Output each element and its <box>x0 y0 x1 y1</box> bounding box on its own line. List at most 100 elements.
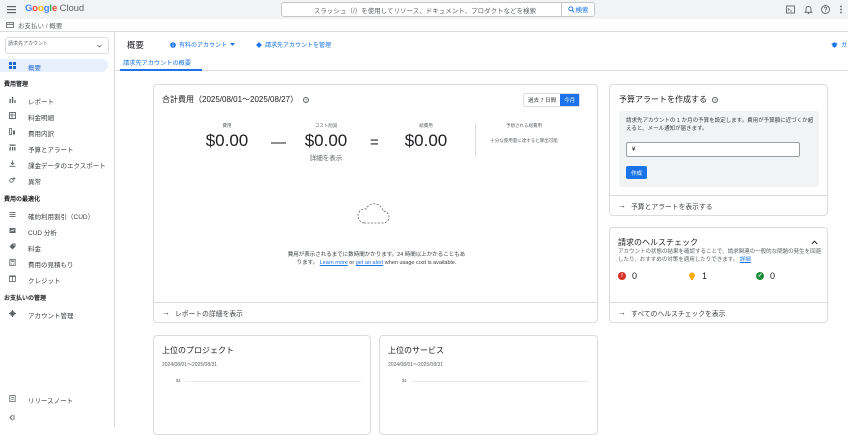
health-check-title: 請求のヘルスチェック <box>618 238 698 247</box>
sidebar-item-release-notes[interactable]: リリースノート <box>0 392 115 405</box>
health-details-link[interactable]: 詳細 <box>740 257 751 263</box>
total-cost-card: 合計費用（2025/08/01〜2025/08/27）? 過去 7 日間 今月 … <box>153 84 598 323</box>
tab-billing-account-overview[interactable]: 請求先アカウントの概要 <box>123 58 191 67</box>
equals-operator: = <box>370 134 379 151</box>
gear-icon <box>9 310 16 317</box>
top-services-title: 上位のサービス <box>388 346 444 355</box>
view-budgets-label: 予算とアラートを表示する <box>631 203 713 211</box>
sidebar-item-label: CUD 分析 <box>28 230 57 237</box>
budget-alert-title-text: 予算アラートを作成する <box>619 95 707 104</box>
sidebar-item-label: 概要 <box>28 65 41 72</box>
ok-count[interactable]: ✓ 0 <box>756 271 775 281</box>
manage-billing-account-link[interactable]: 請求先アカウントを管理 <box>256 40 331 49</box>
budget-amount-input[interactable]: ¥ <box>626 142 800 157</box>
error-icon: ! <box>618 272 626 280</box>
google-cloud-logo[interactable]: Google Cloud <box>25 3 84 14</box>
sidebar-item-reports[interactable]: レポート <box>0 93 115 106</box>
billing-health-check-card: 請求のヘルスチェック アカウントの状態の結果を確認することで、請求関連の一般的な… <box>609 227 828 323</box>
tag-icon <box>9 243 16 250</box>
manage-billing-account-label: 請求先アカウントを管理 <box>265 43 332 49</box>
empty-state-line-1: 費用が表示されるまでに数時間かかります。24 時間以上かかることもあ <box>287 252 466 258</box>
view-all-health-checks-link[interactable]: → すべてのヘルスチェックを表示 <box>610 302 827 322</box>
sidebar-item-credits[interactable]: クレジット <box>0 272 115 285</box>
search-icon <box>567 5 575 13</box>
get-alert-link[interactable]: get an alert <box>356 260 384 266</box>
budget-form: 請求先アカウントの 1 か月の予算を設定します。費用が予算額に近づくか超えると、… <box>619 111 819 187</box>
info-icon <box>170 41 176 48</box>
sidebar-item-cud-analysis[interactable]: CUD 分析 <box>0 224 115 237</box>
sidebar-item-anomalies[interactable]: 異常 <box>0 173 115 186</box>
empty-state-text: ります。 <box>296 260 319 266</box>
range-this-month[interactable]: 今月 <box>560 94 580 106</box>
bell-icon[interactable] <box>803 4 814 15</box>
active-tab-indicator <box>120 69 202 71</box>
school-icon <box>831 41 838 48</box>
chevron-up-icon[interactable] <box>811 240 818 245</box>
credit-icon <box>9 275 16 282</box>
date-range-toggle: 過去 7 日間 今月 <box>523 93 581 107</box>
sidebar-item-budgets-alerts[interactable]: 予算とアラート <box>0 141 115 154</box>
sidebar-item-pricing[interactable]: 料金 <box>0 240 115 253</box>
paid-account-dropdown[interactable]: 有料のアカウント <box>170 40 238 49</box>
arrow-right-icon: → <box>618 201 626 210</box>
hamburger-menu-icon[interactable] <box>6 4 17 15</box>
view-report-details-link[interactable]: → レポートの詳細を表示 <box>154 302 597 322</box>
billing-account-select[interactable]: 請求先アカウント <box>5 37 109 54</box>
forecast-caption: 予想される総費用 <box>506 123 542 128</box>
warning-count[interactable]: 1 <box>688 271 707 281</box>
page-title: 概要 <box>127 40 145 50</box>
breadcrumb-text[interactable]: お支払い / 概要 <box>18 20 62 30</box>
error-count-value: 0 <box>632 271 638 281</box>
top-projects-title: 上位のプロジェクト <box>162 346 234 355</box>
sidebar-item-overview[interactable]: 概要 <box>0 59 108 72</box>
budget-icon <box>9 144 16 151</box>
terminal-icon[interactable] <box>785 4 796 15</box>
divider <box>475 123 476 157</box>
sidebar-item-label: 料金 <box>28 246 41 253</box>
sidebar-item-cost-estimate[interactable]: 費用の見積もり <box>0 256 115 269</box>
top-services-date-range: 2024/08/01〜2025/08/31 <box>388 362 444 368</box>
total-cost-title: 合計費用（2025/08/01〜2025/08/27）? <box>162 94 310 105</box>
search-input[interactable]: スラッシュ（/）を使用してリソース、ドキュメント、プロダクトなどを検索 <box>286 5 564 15</box>
sidebar-item-billing-export[interactable]: 課金データのエクスポート <box>0 157 115 170</box>
sidebar-item-label: アカウント管理 <box>28 313 74 320</box>
create-budget-button[interactable]: 作成 <box>626 166 647 179</box>
empty-state-line-2: ります。 Learn more or get an alert when usa… <box>214 259 539 267</box>
sidebar-item-label: 確約利用割引（CUD） <box>28 214 95 221</box>
caret-down-icon <box>230 43 236 46</box>
details-link[interactable]: 詳細を表示 <box>291 152 361 162</box>
list-icon <box>9 212 16 217</box>
dashboard-icon <box>9 62 16 69</box>
range-last-7-days[interactable]: 過去 7 日間 <box>524 94 560 106</box>
error-count[interactable]: ! 0 <box>618 271 637 281</box>
cloud-icon <box>357 203 390 224</box>
anomaly-icon <box>9 176 16 183</box>
more-vert-icon[interactable] <box>837 4 845 15</box>
total-cost-metric: 総費用 $0.00 <box>391 123 461 151</box>
budget-alert-title: 予算アラートを作成する? <box>619 94 718 105</box>
table-icon <box>9 112 16 119</box>
sidebar-item-account-management[interactable]: アカウント管理 <box>0 307 115 320</box>
sidebar-item-cost-breakdown[interactable]: 費用内訳 <box>0 125 115 138</box>
y-axis-tick: $1 <box>176 378 182 383</box>
total-cost-value: $0.00 <box>404 131 448 150</box>
guide-link[interactable]: ガ <box>831 40 847 49</box>
sidebar: 請求先アカウント 概要 費用管理 レポート 料金明細 費用内訳 予算とアラート … <box>0 32 115 427</box>
help-icon[interactable]: ? <box>712 96 718 103</box>
view-budgets-link[interactable]: → 予算とアラートを表示する <box>610 195 827 215</box>
sidebar-item-label: 料金明細 <box>28 115 54 122</box>
help-icon[interactable] <box>820 4 831 15</box>
search-box[interactable]: スラッシュ（/）を使用してリソース、ドキュメント、プロダクトなどを検索 検索 <box>281 1 595 17</box>
budget-alert-card: 予算アラートを作成する? 請求先アカウントの 1 か月の予算を設定します。費用が… <box>609 84 828 216</box>
section-cost-management: 費用管理 <box>4 82 29 88</box>
view-report-details-label: レポートの詳細を表示 <box>175 310 243 318</box>
learn-more-link[interactable]: Learn more <box>320 260 348 266</box>
forecast-note: 十分な使用量に達すると算出可能 <box>490 138 558 143</box>
sidebar-item-pricing-details[interactable]: 料金明細 <box>0 109 115 122</box>
cost-value: $0.00 <box>205 131 249 150</box>
help-icon[interactable]: ? <box>303 96 310 103</box>
y-axis-tick: $1 <box>402 378 408 383</box>
collapse-sidebar-button[interactable] <box>8 414 15 421</box>
sidebar-item-cud[interactable]: 確約利用割引（CUD） <box>0 208 115 221</box>
search-button[interactable]: 検索 <box>561 2 594 16</box>
